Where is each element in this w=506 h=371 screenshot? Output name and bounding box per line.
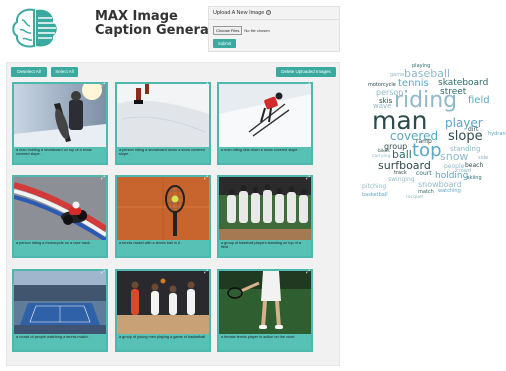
word-cloud-word[interactable]: swinging xyxy=(388,177,415,183)
image-card[interactable]: ⤢ a group of young men playing a game of… xyxy=(115,269,211,352)
upload-card: Upload A New Image ? Choose Files No fil… xyxy=(208,6,340,52)
word-cloud-word[interactable]: dirt xyxy=(468,127,478,133)
word-cloud-word[interactable]: ramp xyxy=(416,139,432,145)
choose-files-button[interactable]: Choose Files xyxy=(213,26,243,35)
select-all-button[interactable]: Select All xyxy=(51,67,78,77)
deselect-all-button[interactable]: Deselect All xyxy=(11,67,47,77)
delete-uploaded-images-button[interactable]: Delete Uploaded Images xyxy=(276,67,336,77)
word-cloud-word[interactable]: pitching xyxy=(362,184,386,190)
image-card[interactable]: ⤢ a man riding skis down a snow covered … xyxy=(217,82,313,165)
word-cloud-word[interactable]: carrying xyxy=(372,154,390,160)
word-cloud-word[interactable]: racquet xyxy=(406,195,423,201)
expand-icon[interactable]: ⤢ xyxy=(101,270,106,275)
expand-icon[interactable]: ⤢ xyxy=(306,270,311,275)
expand-icon[interactable]: ⤢ xyxy=(306,176,311,181)
gallery-panel: Deselect All Select All Delete Uploaded … xyxy=(6,62,340,366)
image-caption: a tennis racket with a tennis ball in it… xyxy=(117,240,209,256)
word-cloud-word[interactable]: side xyxy=(478,156,488,161)
snow-slope-photo xyxy=(117,84,209,147)
tennis-stadium-photo xyxy=(14,271,106,334)
word-cloud-word[interactable]: hydrant xyxy=(488,132,506,137)
expand-icon[interactable]: ⤢ xyxy=(204,83,209,88)
submit-button[interactable]: Submit xyxy=(213,39,236,48)
upload-header: Upload A New Image ? xyxy=(209,7,339,20)
image-caption: a female tennis player in action on the … xyxy=(219,334,311,350)
image-card[interactable]: ⤢ a person riding a snowboard down a sno… xyxy=(115,82,211,165)
snowboarder-photo xyxy=(14,84,106,147)
expand-icon[interactable]: ⤢ xyxy=(101,176,106,181)
image-caption: a crowd of people watching a tennis matc… xyxy=(14,334,106,350)
tennis-racket-photo xyxy=(117,177,209,240)
no-file-label: No file chosen xyxy=(244,28,270,33)
image-caption: a group of young men playing a game of b… xyxy=(117,334,209,350)
motorcycle-race-photo xyxy=(14,177,106,240)
expand-icon[interactable]: ⤢ xyxy=(306,83,311,88)
image-card[interactable]: ⤢ a person riding a motorcycle on a race… xyxy=(12,175,108,258)
basketball-game-photo xyxy=(117,271,209,334)
image-card[interactable]: ⤢ a tennis racket with a tennis ball in … xyxy=(115,175,211,258)
image-card[interactable]: ⤢ a female tennis player in action on th… xyxy=(217,269,313,352)
expand-icon[interactable]: ⤢ xyxy=(204,176,209,181)
word-cloud-word[interactable]: track xyxy=(394,171,407,176)
image-caption: a man riding skis down a snow covered sl… xyxy=(219,147,311,163)
female-tennis-player-photo xyxy=(219,271,311,334)
word-cloud-word[interactable]: standing xyxy=(450,146,480,153)
word-cloud-word[interactable]: field xyxy=(468,96,490,106)
image-caption: a group of baseball players standing on … xyxy=(219,240,311,256)
word-cloud-word[interactable]: watching xyxy=(438,189,461,194)
word-cloud-word[interactable]: basketball xyxy=(362,193,388,198)
baseball-team-photo xyxy=(219,177,311,240)
image-caption: a person riding a motorcycle on a race t… xyxy=(14,240,106,256)
word-cloud-word[interactable]: skiing xyxy=(467,176,482,181)
help-icon[interactable]: ? xyxy=(265,10,271,16)
skier-photo xyxy=(219,84,311,147)
brain-logo-icon xyxy=(12,8,57,48)
caption-word-cloud: playing baseball game motorcycle tennis … xyxy=(360,60,506,210)
upload-header-label: Upload A New Image xyxy=(213,10,265,16)
image-caption: a man holding a snowboard on top of a sn… xyxy=(14,147,106,163)
word-cloud-word[interactable]: crowd xyxy=(456,169,471,174)
word-cloud-word[interactable]: court xyxy=(416,171,432,177)
image-caption: a person riding a snowboard down a snow … xyxy=(117,147,209,163)
image-card[interactable]: ⤢ a crowd of people watching a tennis ma… xyxy=(12,269,108,352)
expand-icon[interactable]: ⤢ xyxy=(101,83,106,88)
image-card[interactable]: ⤢ a man holding a snowboard on top of a … xyxy=(12,82,108,165)
image-card[interactable]: ⤢ a group of baseball players standing o… xyxy=(217,175,313,258)
expand-icon[interactable]: ⤢ xyxy=(204,270,209,275)
